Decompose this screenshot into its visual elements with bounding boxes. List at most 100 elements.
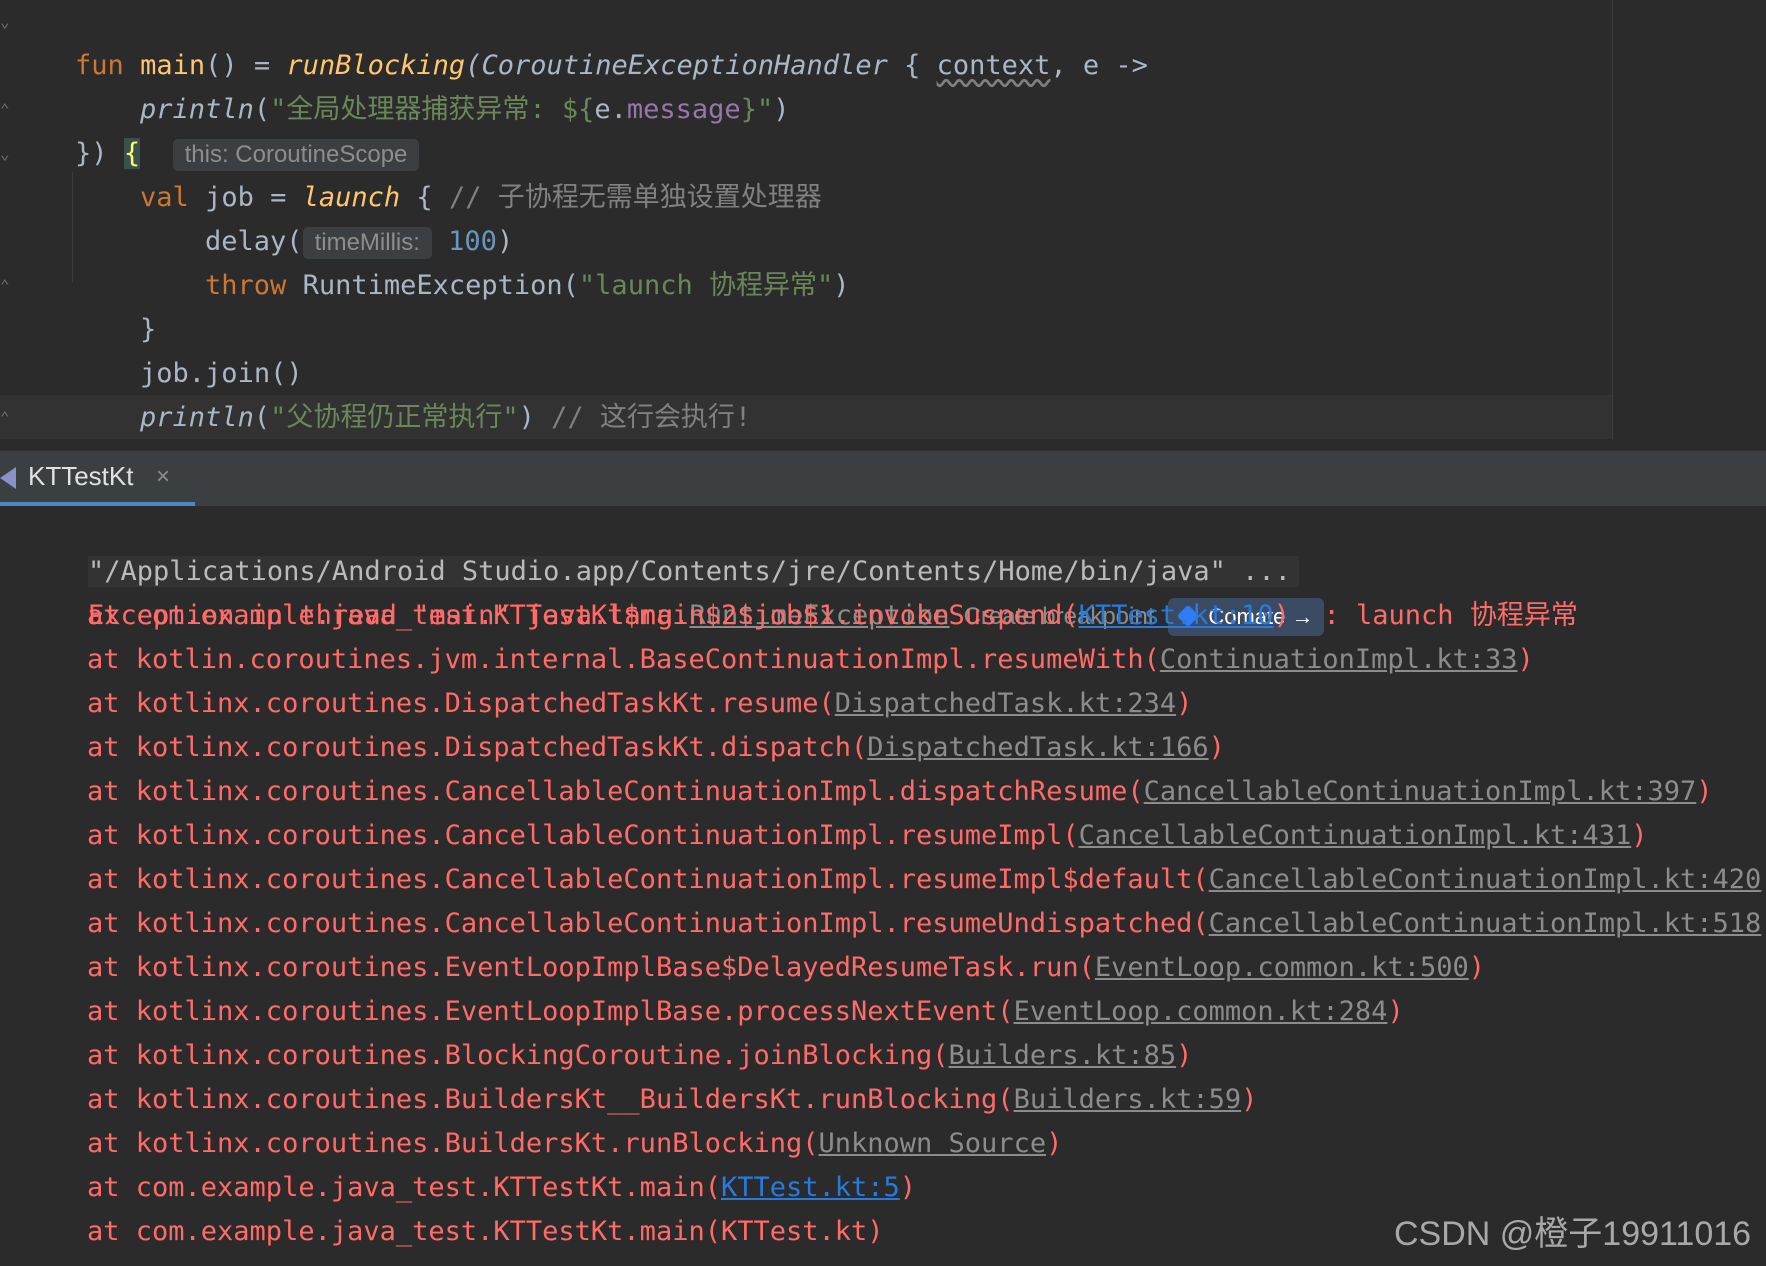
code-token: RuntimeException( [302, 270, 579, 301]
source-link[interactable]: Builders.kt:85 [949, 1040, 1177, 1071]
stack-frame: at kotlinx.coroutines.CancellableContinu… [87, 858, 1766, 902]
source-link[interactable]: ContinuationImpl.kt:33 [1160, 644, 1518, 675]
stack-frame: at kotlinx.coroutines.BuildersKt__Builde… [87, 1078, 1257, 1122]
stack-frame-text: at kotlinx.coroutines.EventLoopImplBase.… [87, 996, 1014, 1027]
source-link[interactable]: CancellableContinuationImpl.kt:397 [1144, 776, 1697, 807]
fold-arrow-icon[interactable]: ⌄ [0, 146, 10, 162]
stack-frame-text: at kotlinx.coroutines.CancellableContinu… [87, 864, 1209, 895]
source-link[interactable]: CancellableContinuationImpl.kt:518 [1209, 908, 1762, 939]
fold-arrow-icon[interactable]: ⌃ [0, 410, 10, 426]
code-token: ( [253, 402, 271, 433]
tab-run-kttestkt[interactable]: KTTestKt × [0, 451, 195, 506]
stack-frame-text: at com.example.java_test.KTTestKt.main( [87, 1172, 721, 1203]
stack-frame-end: ) [1631, 820, 1648, 851]
source-link[interactable]: Builders.kt:59 [1014, 1084, 1242, 1115]
code-line-3[interactable]: }) { this: CoroutineScope [10, 88, 420, 171]
close-icon[interactable]: × [156, 451, 170, 502]
stack-frame-end: ) [1273, 600, 1290, 631]
source-link[interactable]: EventLoop.common.kt:284 [1014, 996, 1388, 1027]
fold-arrow-icon[interactable]: ⌃ [0, 278, 10, 294]
stack-frame-text: at com.example.java_test.KTTestKt.main(K… [87, 1216, 884, 1247]
indent-guide [72, 172, 73, 282]
code-line-8[interactable]: job.join() [75, 308, 303, 389]
code-token: "父协程仍正常执行" [270, 402, 519, 433]
run-tool-window-header: KTTestKt × [0, 450, 1766, 506]
source-link[interactable]: EventLoop.common.kt:500 [1095, 952, 1469, 983]
code-line-9[interactable]: println("父协程仍正常执行") // 这行会执行! [75, 352, 751, 433]
stack-frame-text: at kotlinx.coroutines.BlockingCoroutine.… [87, 1040, 949, 1071]
stack-frame-end: ) [1761, 908, 1766, 939]
code-line-4[interactable]: val job = launch { // 子协程无需单独设置处理器 [75, 132, 822, 213]
stack-frame-end: ) [1696, 776, 1713, 807]
code-token: context [936, 50, 1051, 81]
code-line-6[interactable]: throw RuntimeException("launch 协程异常") [140, 220, 849, 301]
stack-frame: at kotlinx.coroutines.CancellableContinu… [87, 902, 1766, 946]
code-line-5[interactable]: delay(timeMillis: 100) [140, 176, 513, 259]
fold-arrow-icon[interactable]: ⌃ [0, 102, 10, 118]
code-line-2[interactable]: println("全局处理器捕获异常: ${e.message}") [75, 44, 789, 125]
code-token: println [140, 402, 254, 433]
code-token: ) [833, 270, 850, 301]
stack-frame-end: ) [1517, 644, 1534, 675]
stack-frame-text: at kotlinx.coroutines.DispatchedTaskKt.d… [87, 732, 868, 763]
stack-frame: at kotlinx.coroutines.CancellableContinu… [87, 814, 1648, 858]
stack-frame: at kotlin.coroutines.jvm.internal.BaseCo… [87, 638, 1534, 682]
source-link[interactable]: DispatchedTask.kt:234 [835, 688, 1176, 719]
source-link[interactable]: KTTest.kt:5 [721, 1172, 900, 1203]
stack-frame-text: at com.example.java_test.KTTestKt$main$2… [87, 600, 1079, 631]
stack-frame-text: at kotlinx.coroutines.BuildersKt__Builde… [87, 1084, 1014, 1115]
run-console[interactable]: "/Applications/Android Studio.app/Conten… [0, 506, 1766, 1266]
source-link[interactable]: CancellableContinuationImpl.kt:431 [1079, 820, 1632, 851]
code-line-7[interactable]: } [75, 264, 156, 345]
exception-line: Exception in thread "main" java.lang.Run… [23, 550, 1578, 636]
stack-frame-end: ) [1241, 1084, 1258, 1115]
stack-frame: at kotlinx.coroutines.BlockingCoroutine.… [87, 1034, 1192, 1078]
watermark: CSDN @橙子19911016 [1394, 1215, 1752, 1253]
stack-frame-text: at kotlinx.coroutines.BuildersKt.runBloc… [87, 1128, 819, 1159]
source-link[interactable]: CancellableContinuationImpl.kt:420 [1209, 864, 1762, 895]
code-token: "launch 协程异常" [578, 270, 834, 301]
code-editor[interactable]: ⌄ fun main() = runBlocking(CoroutineExce… [0, 0, 1766, 440]
stack-frame: at kotlinx.coroutines.CancellableContinu… [87, 770, 1713, 814]
stack-frame-text: at kotlin.coroutines.jvm.internal.BaseCo… [87, 644, 1160, 675]
stack-frame-text: at kotlinx.coroutines.CancellableContinu… [87, 908, 1209, 939]
code-line-10[interactable]: } [10, 396, 91, 440]
stack-frame-end: ) [1387, 996, 1404, 1027]
stack-frame: at kotlinx.coroutines.DispatchedTaskKt.r… [87, 682, 1192, 726]
stack-frame: at kotlinx.coroutines.BuildersKt.runBloc… [87, 1122, 1062, 1166]
stack-frame: at com.example.java_test.KTTestKt.main(K… [87, 1210, 884, 1254]
source-link[interactable]: KTTest.kt:10 [1079, 600, 1274, 631]
stack-frame-text: at kotlinx.coroutines.DispatchedTaskKt.r… [87, 688, 835, 719]
stack-frame-end: ) [1176, 688, 1193, 719]
code-line-1[interactable]: fun main() = runBlocking(CoroutineExcept… [10, 0, 1148, 81]
source-link[interactable]: DispatchedTask.kt:166 [867, 732, 1208, 763]
stack-frame-end: ) [1468, 952, 1485, 983]
stack-frame-end: ) [1208, 732, 1225, 763]
stack-frame: at com.example.java_test.KTTestKt.main(K… [87, 1166, 916, 1210]
stack-frame: at kotlinx.coroutines.EventLoopImplBase$… [87, 946, 1485, 990]
console-command-line: "/Applications/Android Studio.app/Conten… [23, 506, 1299, 587]
code-token: ) [518, 402, 552, 433]
code-token: message [626, 94, 741, 125]
right-margin-guide [1612, 0, 1613, 440]
code-comment: // 这行会执行! [551, 402, 752, 433]
code-token: { [904, 50, 937, 81]
code-token: ) [773, 94, 790, 125]
stack-frame-end: ) [899, 1172, 917, 1203]
stack-frame: at kotlinx.coroutines.DispatchedTaskKt.d… [87, 726, 1225, 770]
stack-frame-text: at kotlinx.coroutines.CancellableContinu… [87, 776, 1144, 807]
source-link[interactable]: Unknown Source [819, 1128, 1047, 1159]
stack-frame: at kotlinx.coroutines.EventLoopImplBase.… [87, 990, 1404, 1034]
fold-arrow-icon[interactable]: ⌄ [0, 14, 10, 30]
exception-message: : launch 协程异常 [1323, 600, 1578, 631]
stack-frame: at com.example.java_test.KTTestKt$main$2… [87, 594, 1290, 638]
code-token: e. [594, 94, 627, 125]
tab-label: KTTestKt [28, 461, 134, 491]
stack-frame-text: at kotlinx.coroutines.EventLoopImplBase$… [87, 952, 1095, 983]
stack-frame-text: at kotlinx.coroutines.CancellableContinu… [87, 820, 1079, 851]
run-config-icon [0, 467, 16, 489]
stack-frame-end: ) [1046, 1128, 1063, 1159]
code-token: }" [740, 94, 774, 125]
code-token: throw [205, 270, 303, 301]
stack-frame-end: ) [1176, 1040, 1193, 1071]
